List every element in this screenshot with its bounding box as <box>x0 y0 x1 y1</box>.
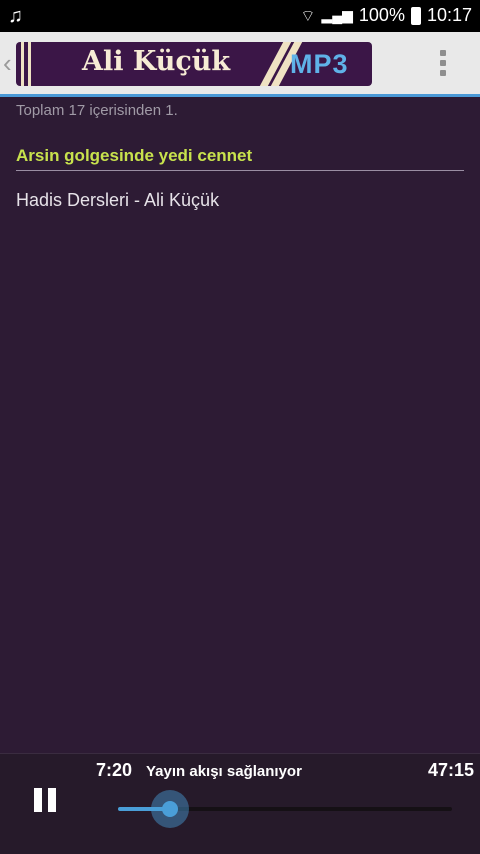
seek-bar[interactable] <box>118 790 452 828</box>
battery-level: 100% <box>358 5 405 25</box>
music-note-icon: ♫ <box>8 5 23 27</box>
banner-stripe <box>21 42 24 86</box>
seek-thumb[interactable] <box>150 790 189 828</box>
banner-stripe <box>28 42 31 86</box>
list-item[interactable]: Hadis Dersleri - Ali Küçük <box>16 190 219 211</box>
track-counter: Toplam 17 içerisinden 1. <box>16 102 178 119</box>
total-time: 47:15 <box>427 760 474 780</box>
player-bar: 7:20 Yayın akışı sağlanıyor 47:15 <box>0 753 480 854</box>
banner-badge: MP3 <box>290 49 349 79</box>
pause-button[interactable] <box>34 788 58 812</box>
status-bar: ♫ ⌔ ▂▄▆ 100% 10:17 <box>0 0 480 32</box>
section-title: Arsin golgesinde yedi cennet <box>16 146 253 165</box>
app-banner: Ali Küçük MP3 <box>16 42 372 86</box>
divider <box>16 170 464 171</box>
wifi-icon: ⌔ <box>300 7 316 25</box>
clock: 10:17 <box>426 5 472 25</box>
battery-icon <box>410 6 421 25</box>
stream-status: Yayın akışı sağlanıyor <box>146 763 302 780</box>
app-bar-accent-line <box>0 94 480 97</box>
back-icon[interactable]: ‹ <box>3 48 12 79</box>
overflow-menu-icon[interactable] <box>440 50 448 78</box>
status-indicators: ⌔ ▂▄▆ 100% 10:17 <box>300 5 472 26</box>
banner-title: Ali Küçük <box>82 46 231 77</box>
signal-icon: ▂▄▆ <box>321 7 353 23</box>
current-time: 7:20 <box>96 760 133 780</box>
